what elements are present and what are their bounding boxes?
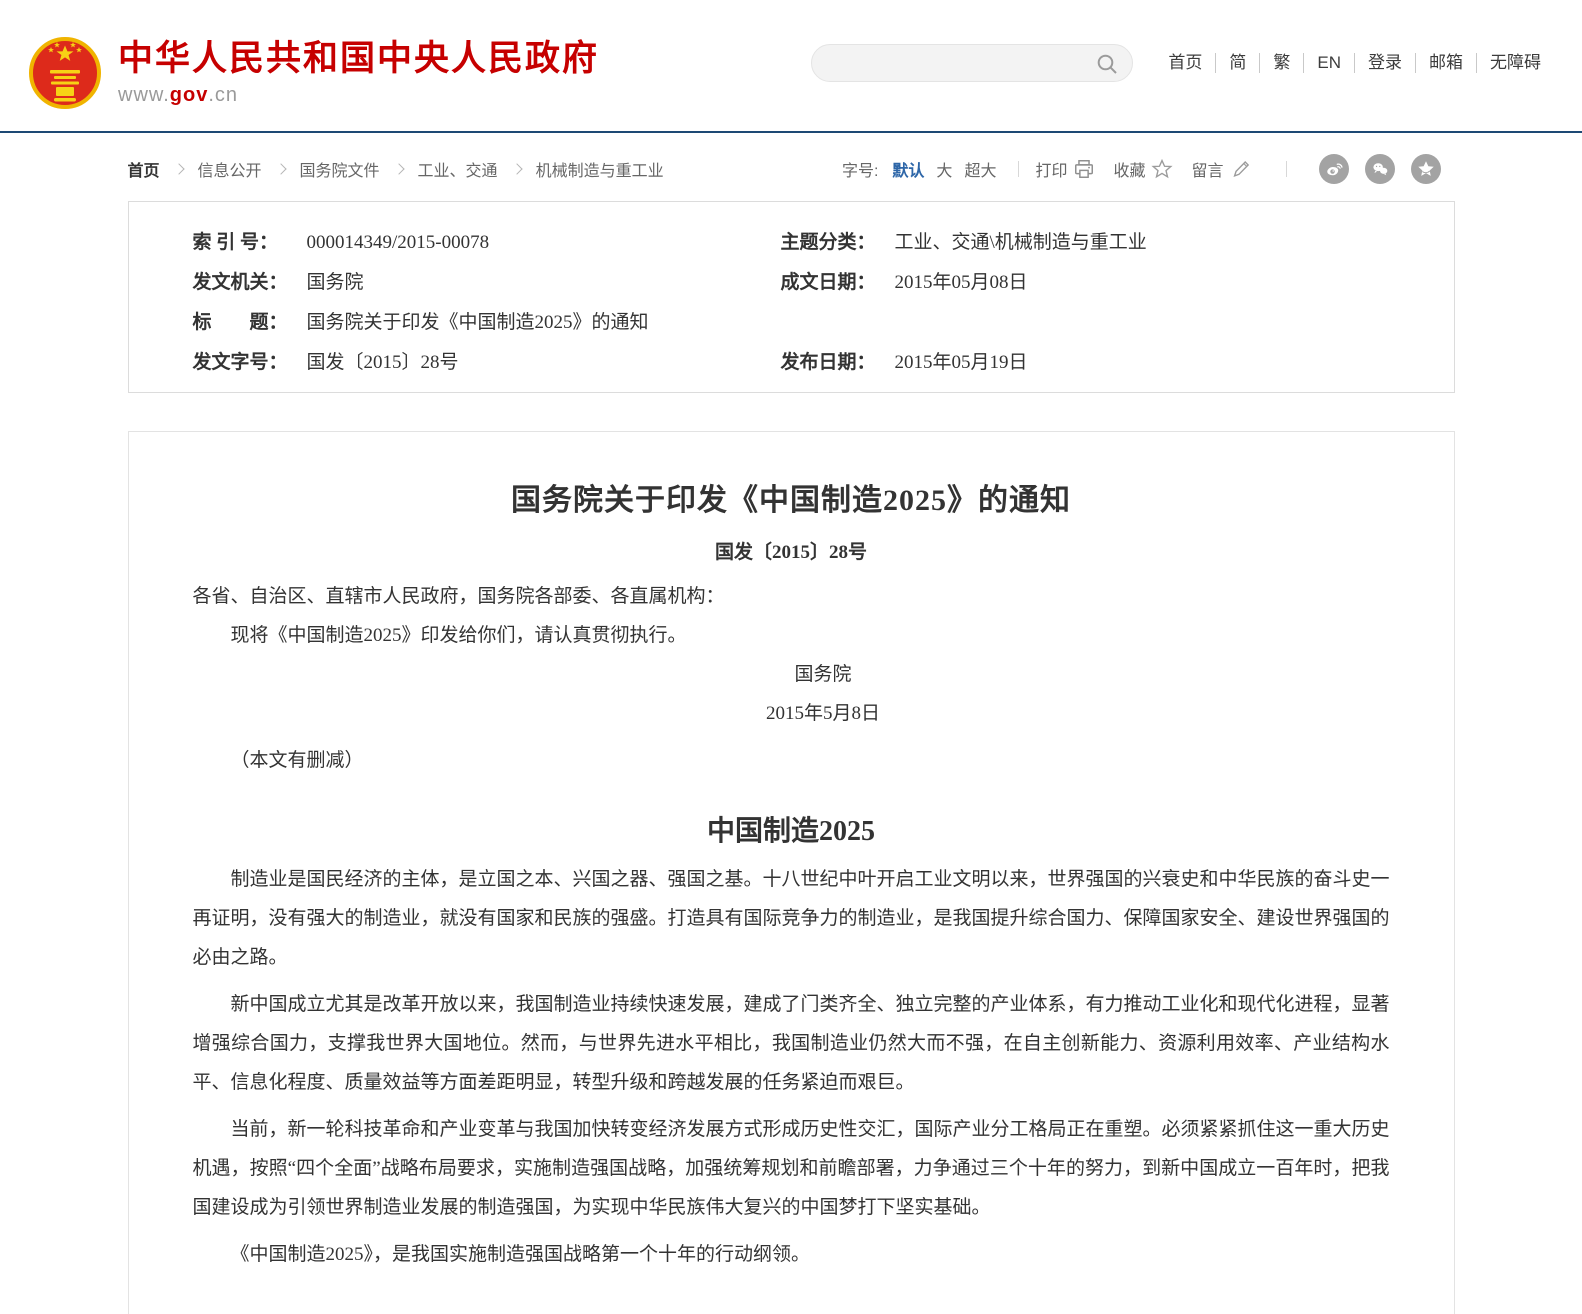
search-icon[interactable]	[1095, 52, 1119, 76]
meta-value: 工业、交通\机械制造与重工业	[895, 223, 1147, 263]
meta-label	[781, 303, 895, 343]
font-size-xlarge[interactable]: 超大	[964, 157, 996, 181]
chevron-right-icon	[393, 163, 404, 174]
document-number: 国发〔2015〕28号	[193, 537, 1390, 564]
star-icon	[1151, 158, 1173, 180]
breadcrumb-industry-transport[interactable]: 工业、交通	[418, 157, 498, 181]
breadcrumb-home[interactable]: 首页	[128, 157, 160, 181]
meta-value: 2015年05月08日	[895, 263, 1028, 303]
meta-value: 国发〔2015〕28号	[307, 343, 459, 383]
document-body: 国务院关于印发《中国制造2025》的通知 国发〔2015〕28号 各省、自治区、…	[128, 431, 1455, 1314]
body-paragraph: 当前，新一轮科技革命和产业变革与我国加快转变经济发展方式形成历史性交汇，国际产业…	[193, 1110, 1390, 1227]
document-meta-box: 索 引 号： 000014349/2015-00078 发文机关： 国务院 标 …	[128, 201, 1455, 393]
print-label: 打印	[1035, 157, 1067, 181]
chevron-right-icon	[275, 163, 286, 174]
meta-row-empty	[781, 303, 1454, 343]
top-nav: 首页 简 繁 EN 登录 邮箱 无障碍	[1155, 53, 1554, 73]
nav-item-english[interactable]: EN	[1303, 53, 1354, 73]
comment-label: 留言	[1191, 157, 1223, 181]
site-header: 中华人民共和国中央人民政府 www.gov.cn 首页 简 繁 EN 登录 邮箱…	[0, 0, 1582, 133]
intro-paragraph: 现将《中国制造2025》印发给你们，请认真贯彻执行。	[193, 616, 1390, 655]
chevron-right-icon	[511, 163, 522, 174]
wechat-icon	[1369, 158, 1391, 180]
nav-item-login[interactable]: 登录	[1354, 53, 1415, 73]
meta-row-doc-number: 发文字号： 国发〔2015〕28号	[193, 343, 781, 383]
meta-row-written-date: 成文日期： 2015年05月08日	[781, 263, 1454, 303]
meta-row-publish-date: 发布日期： 2015年05月19日	[781, 343, 1454, 383]
nav-item-simplified[interactable]: 简	[1215, 53, 1259, 73]
site-url: www.gov.cn	[118, 84, 599, 107]
comment-button[interactable]: 留言	[1191, 157, 1251, 181]
meta-row-topic-category: 主题分类： 工业、交通\机械制造与重工业	[781, 223, 1454, 263]
search-input[interactable]	[812, 45, 1132, 81]
body-paragraph: 《中国制造2025》，是我国实施制造强国战略第一个十年的行动纲领。	[193, 1235, 1390, 1274]
meta-label: 发布日期：	[781, 343, 895, 383]
share-weibo-button[interactable]	[1319, 154, 1349, 184]
pencil-icon	[1230, 158, 1252, 180]
salutation: 各省、自治区、直辖市人民政府，国务院各部委、各直属机构：	[193, 577, 1390, 616]
meta-label: 标 题：	[193, 303, 307, 343]
chevron-right-icon	[173, 163, 184, 174]
meta-value: 000014349/2015-00078	[307, 223, 490, 263]
meta-label: 索 引 号：	[193, 223, 307, 263]
divider	[1286, 161, 1287, 177]
share-wechat-button[interactable]	[1365, 154, 1395, 184]
body-paragraph: 制造业是国民经济的主体，是立国之本、兴国之器、强国之基。十八世纪中叶开启工业文明…	[193, 860, 1390, 977]
breadcrumb-machinery-heavy-industry[interactable]: 机械制造与重工业	[536, 157, 664, 181]
national-emblem-icon	[28, 36, 102, 110]
star-circle-icon	[1415, 158, 1437, 180]
meta-row-title: 标 题： 国务院关于印发《中国制造2025》的通知	[193, 303, 781, 343]
meta-label: 发文机关：	[193, 263, 307, 303]
breadcrumb: 首页 信息公开 国务院文件 工业、交通 机械制造与重工业	[128, 157, 664, 181]
url-gov: gov	[170, 84, 209, 106]
meta-value: 国务院	[307, 263, 364, 303]
meta-row-index-no: 索 引 号： 000014349/2015-00078	[193, 223, 781, 263]
divider	[1018, 161, 1019, 177]
sign-date: 2015年5月8日	[193, 694, 1390, 733]
page-toolbar: 首页 信息公开 国务院文件 工业、交通 机械制造与重工业 字号: 默认 大 超大…	[128, 151, 1455, 187]
redaction-note: （本文有删减）	[193, 741, 1390, 780]
site-logo[interactable]: 中华人民共和国中央人民政府 www.gov.cn	[28, 36, 599, 110]
document-title: 国务院关于印发《中国制造2025》的通知	[193, 480, 1390, 522]
font-size-label: 字号:	[842, 157, 878, 181]
nav-item-accessibility[interactable]: 无障碍	[1476, 53, 1554, 73]
url-cn: .cn	[208, 84, 238, 106]
section-title: 中国制造2025	[193, 812, 1390, 852]
meta-value: 国务院关于印发《中国制造2025》的通知	[307, 303, 649, 343]
printer-icon	[1073, 158, 1095, 180]
meta-label: 主题分类：	[781, 223, 895, 263]
meta-row-issuing-agency: 发文机关： 国务院	[193, 263, 781, 303]
breadcrumb-state-council-docs[interactable]: 国务院文件	[300, 157, 380, 181]
meta-label: 发文字号：	[193, 343, 307, 383]
site-title: 中华人民共和国中央人民政府	[118, 39, 599, 79]
share-qzone-button[interactable]	[1411, 154, 1441, 184]
breadcrumb-info-disclosure[interactable]: 信息公开	[198, 157, 262, 181]
font-size-large[interactable]: 大	[936, 157, 952, 181]
meta-label: 成文日期：	[781, 263, 895, 303]
font-size-default[interactable]: 默认	[892, 157, 924, 181]
weibo-icon	[1323, 158, 1345, 180]
meta-value: 2015年05月19日	[895, 343, 1028, 383]
nav-item-home[interactable]: 首页	[1155, 53, 1215, 73]
article-controls: 字号: 默认 大 超大 打印 收藏 留言	[842, 154, 1441, 184]
favorite-label: 收藏	[1113, 157, 1145, 181]
body-paragraph: 新中国成立尤其是改革开放以来，我国制造业持续快速发展，建成了门类齐全、独立完整的…	[193, 985, 1390, 1102]
favorite-button[interactable]: 收藏	[1113, 157, 1173, 181]
nav-item-traditional[interactable]: 繁	[1259, 53, 1303, 73]
url-www: www.	[118, 84, 170, 106]
print-button[interactable]: 打印	[1035, 157, 1095, 181]
signer: 国务院	[193, 655, 1390, 694]
search-box	[811, 44, 1133, 82]
nav-item-mail[interactable]: 邮箱	[1415, 53, 1476, 73]
